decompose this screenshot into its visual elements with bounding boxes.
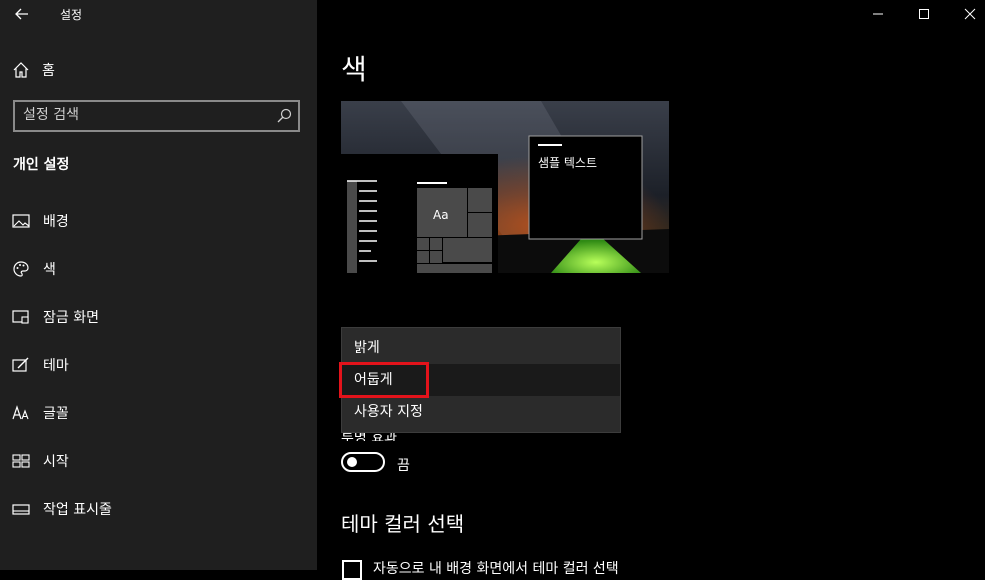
close-icon xyxy=(964,8,976,20)
maximize-button[interactable] xyxy=(901,0,947,28)
sidebar-item-start[interactable]: 시작 xyxy=(0,443,317,479)
sidebar-item-label: 테마 xyxy=(43,358,69,374)
theme-color-heading: 테마 컬러 선택 xyxy=(341,512,465,536)
sidebar-item-fonts[interactable]: 글꼴 xyxy=(0,395,317,431)
start-icon xyxy=(12,452,30,470)
toggle-state-label: 끔 xyxy=(397,458,410,474)
sidebar-item-label: 글꼴 xyxy=(43,406,69,422)
auto-color-checkbox-label: 자동으로 내 배경 화면에서 테마 컬러 선택 xyxy=(373,561,619,577)
home-label: 홈 xyxy=(42,63,55,79)
maximize-icon xyxy=(919,9,929,19)
dropdown-option-label: 밝게 xyxy=(354,340,380,356)
section-heading: 개인 설정 xyxy=(13,157,70,173)
preview-sample-text: 샘플 텍스트 xyxy=(538,156,597,170)
sidebar-item-background[interactable]: 배경 xyxy=(0,203,317,239)
home-nav-item[interactable]: 홈 xyxy=(12,58,55,82)
back-button[interactable] xyxy=(12,4,32,24)
dropdown-option-light[interactable]: 밝게 xyxy=(342,332,620,364)
sidebar-item-label: 배경 xyxy=(43,214,69,230)
annotation-highlight-box xyxy=(339,362,429,398)
sidebar-item-color[interactable]: 색 xyxy=(0,251,317,287)
back-arrow-icon xyxy=(15,8,28,20)
app-title: 설정 xyxy=(60,8,83,22)
close-button[interactable] xyxy=(947,0,985,28)
search-icon[interactable] xyxy=(276,108,292,124)
dropdown-option-label: 사용자 지정 xyxy=(354,404,423,420)
lock-screen-icon xyxy=(12,308,30,326)
sidebar-item-label: 시작 xyxy=(43,454,69,470)
auto-color-checkbox[interactable] xyxy=(342,560,362,580)
home-icon xyxy=(13,62,29,78)
palette-icon xyxy=(12,260,30,278)
sidebar-item-theme[interactable]: 테마 xyxy=(0,347,317,383)
search-input[interactable] xyxy=(23,107,263,123)
dropdown-option-custom[interactable]: 사용자 지정 xyxy=(342,396,620,428)
minimize-button[interactable] xyxy=(855,0,901,28)
sidebar-item-label: 작업 표시줄 xyxy=(43,502,112,518)
font-icon xyxy=(12,404,30,422)
theme-icon xyxy=(12,356,30,374)
taskbar-icon xyxy=(12,500,30,518)
transparency-toggle[interactable] xyxy=(341,452,385,472)
sidebar: 설정 홈 개인 설정 배경 색 xyxy=(0,0,317,570)
preview-tile-text: Aa xyxy=(433,208,449,222)
picture-icon xyxy=(12,212,30,230)
sidebar-item-lock-screen[interactable]: 잠금 화면 xyxy=(0,299,317,335)
search-box[interactable] xyxy=(13,100,300,132)
minimize-icon xyxy=(873,13,883,15)
page-title: 색 xyxy=(341,53,367,86)
theme-preview: Aa 샘플 텍스트 xyxy=(341,101,669,273)
sidebar-item-label: 색 xyxy=(43,262,56,278)
sidebar-item-taskbar[interactable]: 작업 표시줄 xyxy=(0,491,317,527)
sidebar-item-label: 잠금 화면 xyxy=(43,310,99,326)
main-content: 색 Aa 샘플 텍스트 투명 효과 밝게 어둡게 사용자 지정 끔 테마 컬러 … xyxy=(317,0,985,580)
toggle-knob xyxy=(347,457,357,467)
